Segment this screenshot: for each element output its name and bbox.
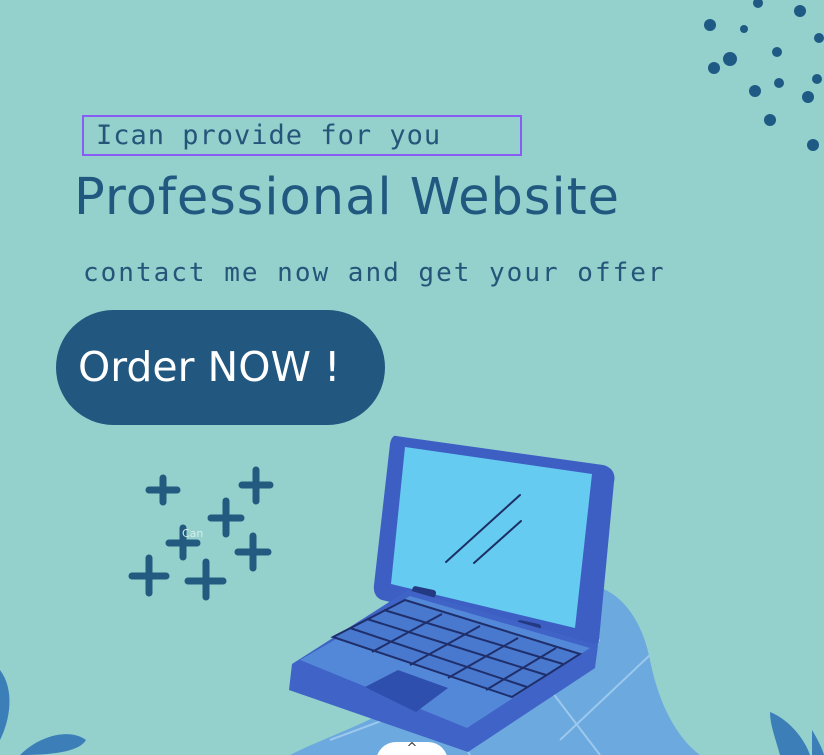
tagline-text: Ican provide for you	[96, 120, 442, 151]
order-now-button[interactable]: Order NOW !	[56, 310, 385, 425]
scroll-up-button[interactable]: ^	[376, 742, 448, 755]
page-title: Professional Website	[74, 168, 621, 227]
hero-section: Can Ican provide for you Professional We…	[0, 0, 824, 755]
watermark-text: Can	[182, 527, 203, 540]
dot-pattern-icon	[704, 0, 824, 151]
leaf-icon	[770, 712, 824, 755]
leaf-icon	[0, 670, 86, 755]
subtitle-text: contact me now and get your offer	[83, 258, 666, 288]
chevron-up-icon: ^	[406, 741, 418, 755]
